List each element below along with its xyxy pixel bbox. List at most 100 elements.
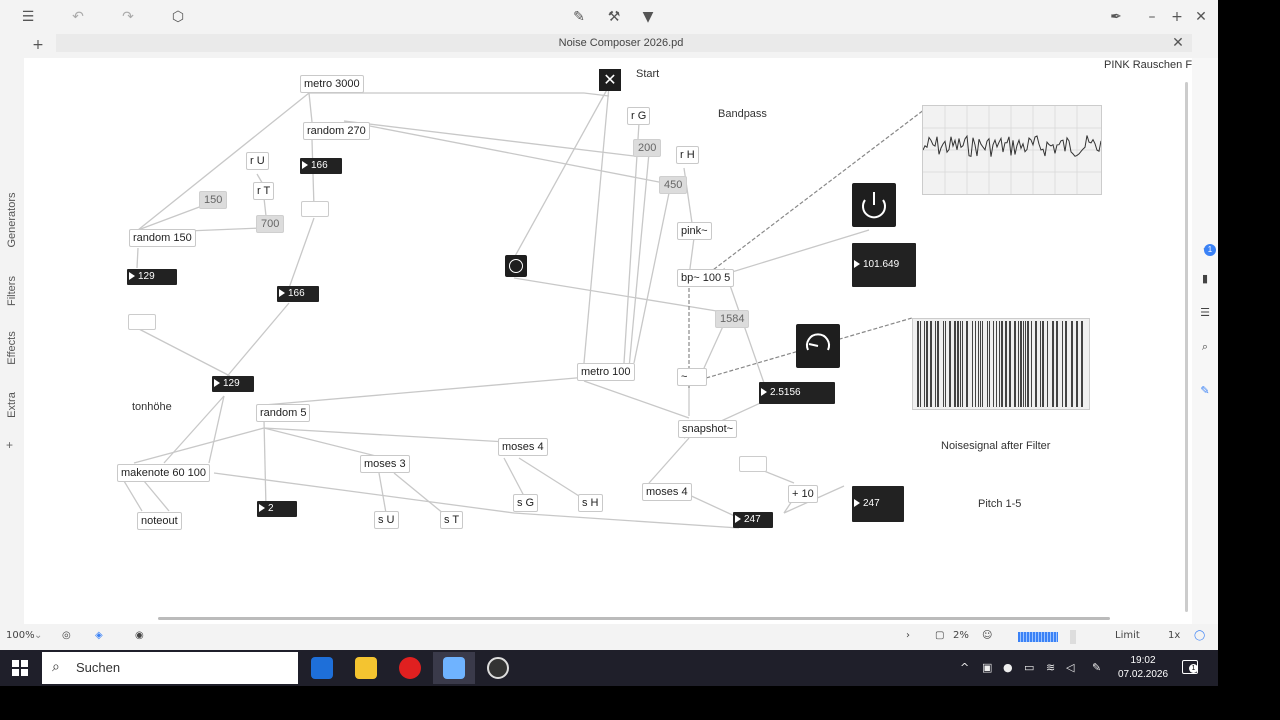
camera-icon[interactable]: ▣ <box>982 661 992 674</box>
tray-chevron-icon[interactable]: ^ <box>960 661 969 674</box>
obj-empty-2[interactable] <box>128 314 156 330</box>
console-icon[interactable]: › <box>906 630 910 641</box>
clock[interactable]: 19:02 07.02.2026 <box>1118 654 1168 682</box>
number-2[interactable]: 2 <box>257 501 297 517</box>
undo-icon[interactable]: ↶ <box>67 6 89 28</box>
limit-dropdown[interactable]: Limit <box>1115 630 1140 641</box>
close-window-icon[interactable]: ✕ <box>1190 6 1212 28</box>
obj-metro-100[interactable]: metro 100 <box>577 363 635 381</box>
wifi-icon[interactable]: ≋ <box>1046 661 1055 674</box>
msg-150[interactable]: 150 <box>199 191 228 209</box>
settings-sliders-icon[interactable]: ☰ <box>1198 306 1212 320</box>
search-icon[interactable]: ⌕ <box>1198 340 1212 354</box>
obj-random-150[interactable]: random 150 <box>129 229 196 247</box>
pen-icon[interactable]: ✎ <box>1092 661 1101 674</box>
obj-empty-3[interactable] <box>739 456 767 472</box>
pin-icon[interactable]: ✒ <box>1105 6 1127 28</box>
maximize-icon[interactable]: + <box>1166 6 1188 28</box>
obj-noteout[interactable]: noteout <box>137 512 182 530</box>
grid-icon[interactable]: ◈ <box>95 630 103 641</box>
obj-pink[interactable]: pink~ <box>677 222 712 240</box>
noise-spectrum-scope[interactable] <box>912 318 1090 410</box>
zoom-chevron-icon[interactable]: ⌄ <box>34 630 42 641</box>
noise-bar <box>926 321 928 407</box>
msg-450[interactable]: 450 <box>659 176 688 194</box>
dsp-icon[interactable]: ◯ <box>1194 630 1205 641</box>
book-icon[interactable]: ▮ <box>1198 272 1212 286</box>
obj-bp[interactable]: bp~ 100 5 <box>677 269 735 287</box>
volume-slider[interactable] <box>1070 630 1076 644</box>
run-mode-icon[interactable]: ⚒ <box>603 6 625 28</box>
obj-r-g[interactable]: r G <box>627 107 651 125</box>
obj-s-u[interactable]: s U <box>374 511 399 529</box>
obj-tilde[interactable]: ~ <box>677 368 707 386</box>
edge-icon[interactable] <box>311 657 333 679</box>
noise-bar <box>954 321 956 407</box>
q-dial[interactable] <box>796 324 840 368</box>
number-166-top[interactable]: 166 <box>300 158 342 174</box>
patch-canvas[interactable]: metro 3000 random 270 166 r U r T 150 70… <box>24 58 1192 624</box>
obj-snapshot[interactable]: snapshot~ <box>678 420 738 438</box>
horizontal-scrollbar[interactable] <box>158 617 1110 620</box>
notification-count: 1 <box>1189 664 1198 673</box>
number-2-5156[interactable]: 2.5156 <box>759 382 835 404</box>
audio-icon[interactable]: ☺ <box>982 630 992 641</box>
obj-moses-4-a[interactable]: moses 4 <box>498 438 548 456</box>
obj-s-h[interactable]: s H <box>578 494 603 512</box>
recorder-icon[interactable] <box>487 657 509 679</box>
obj-random-5[interactable]: random 5 <box>256 404 311 422</box>
obj-r-h[interactable]: r H <box>676 146 699 164</box>
volume-icon[interactable]: ◁ <box>1066 661 1074 674</box>
sidebar-add[interactable]: + <box>6 438 13 452</box>
number-247-small[interactable]: 247 <box>733 512 773 528</box>
start-toggle[interactable]: ✕ <box>599 69 621 91</box>
obj-makenote[interactable]: makenote 60 100 <box>117 464 211 482</box>
wrench-icon[interactable]: ✎ <box>1198 384 1212 398</box>
sidebar-tab-effects[interactable]: Effects <box>6 331 18 364</box>
mic-icon[interactable]: ● <box>1003 661 1013 674</box>
presentation-icon[interactable]: ▼ <box>637 6 659 28</box>
obj-s-g[interactable]: s G <box>513 494 539 512</box>
file-explorer-icon[interactable] <box>355 657 377 679</box>
bang-button[interactable] <box>505 255 527 277</box>
sidebar-tab-filters[interactable]: Filters <box>6 276 18 306</box>
obj-s-t[interactable]: s T <box>440 511 464 529</box>
obj-r-u[interactable]: r U <box>246 152 269 170</box>
battery-icon[interactable]: ▭ <box>1024 661 1034 674</box>
target-icon[interactable]: ◎ <box>62 630 71 641</box>
signal-scope[interactable] <box>922 105 1102 195</box>
number-129-left[interactable]: 129 <box>127 269 177 285</box>
sidebar-tab-generators[interactable]: Generators <box>6 192 18 247</box>
redo-icon[interactable]: ↷ <box>117 6 139 28</box>
number-101-649[interactable]: 101.649 <box>852 243 916 287</box>
speed-label[interactable]: 1x <box>1168 630 1180 641</box>
frequency-dial[interactable] <box>852 183 896 227</box>
msg-1584[interactable]: 1584 <box>715 310 750 328</box>
search-icon: ⌕ <box>52 659 60 675</box>
sidebar-tab-extra[interactable]: Extra <box>6 392 18 418</box>
zoom-level[interactable]: 100% <box>6 630 35 641</box>
notification-icon[interactable]: 1 <box>1182 660 1198 674</box>
obj-random-270[interactable]: random 270 <box>303 122 370 140</box>
minimize-icon[interactable]: – <box>1141 6 1163 28</box>
edit-pencil-icon[interactable]: ✎ <box>568 6 590 28</box>
number-129-mid[interactable]: 129 <box>212 376 254 392</box>
cube-icon[interactable]: ⬡ <box>167 6 189 28</box>
menu-icon[interactable]: ☰ <box>17 6 39 28</box>
msg-200[interactable]: 200 <box>633 139 662 157</box>
windows-start-icon[interactable] <box>12 660 28 676</box>
obj-metro-3000[interactable]: metro 3000 <box>300 75 364 93</box>
eye-icon[interactable]: ◉ <box>135 630 144 641</box>
taskbar-search[interactable]: ⌕ Suchen <box>42 652 298 684</box>
obj-moses-3[interactable]: moses 3 <box>360 455 410 473</box>
vertical-scrollbar[interactable] <box>1185 82 1188 612</box>
msg-700[interactable]: 700 <box>256 215 285 233</box>
obj-r-t[interactable]: r T <box>253 182 275 200</box>
app-icon[interactable] <box>443 657 465 679</box>
number-247-large[interactable]: 247 <box>852 486 904 522</box>
obj-empty-1[interactable] <box>301 201 329 217</box>
number-166-mid[interactable]: 166 <box>277 286 319 302</box>
obj-plus-10[interactable]: + 10 <box>788 485 818 503</box>
obj-moses-4-b[interactable]: moses 4 <box>642 483 692 501</box>
opera-icon[interactable] <box>399 657 421 679</box>
